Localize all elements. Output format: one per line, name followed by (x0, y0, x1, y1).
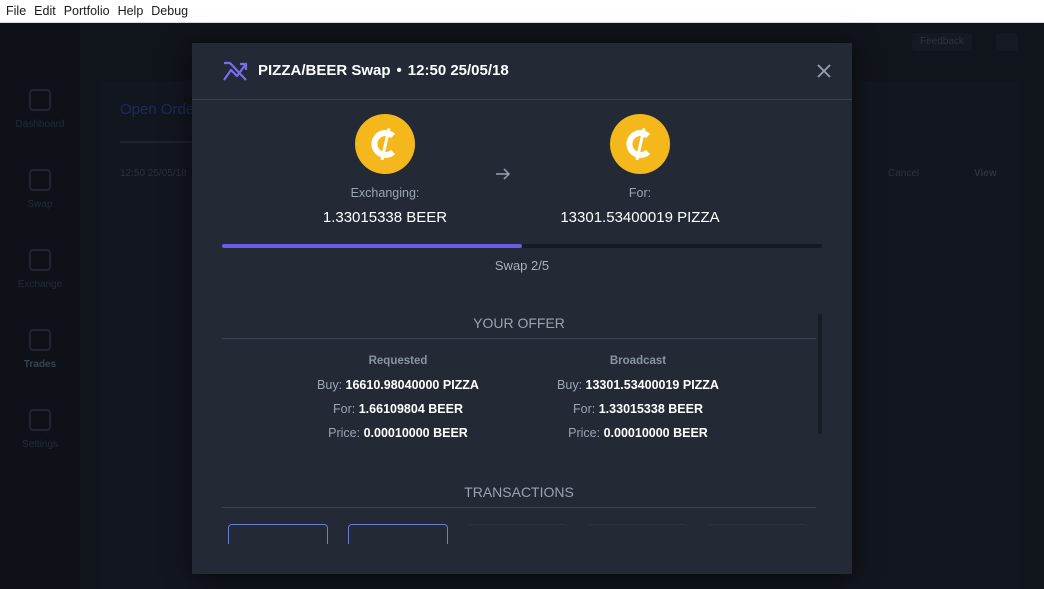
divider (222, 507, 816, 508)
for-key: For: (573, 402, 596, 416)
modal-scroll-area[interactable]: YOUR OFFER Requested Buy: 16610.98040000… (192, 308, 852, 544)
sidebar-item-settings[interactable]: Settings (0, 409, 80, 450)
coin-icon (355, 114, 415, 174)
envelope-icon[interactable] (996, 33, 1018, 51)
price-value: 0.00010000 BEER (603, 426, 708, 440)
swap-step-label: Swap 2/5 (494, 258, 550, 273)
for-amount: 13301.53400019 PIZZA (560, 209, 720, 226)
price-key: Price: (568, 426, 601, 440)
sidebar: Dashboard Swap Exchange Trades Settings (0, 23, 80, 589)
broadcast-column: Broadcast Buy: 13301.53400019 PIZZA For:… (518, 355, 758, 445)
requested-buy: Buy: 16610.98040000 PIZZA (278, 373, 518, 397)
for-label: For: (628, 186, 652, 200)
sidebar-item-trades[interactable]: Trades (0, 329, 80, 370)
transactions-title: TRANSACTIONS (464, 484, 574, 500)
sidebar-item-label: Settings (21, 439, 59, 450)
scrollbar[interactable] (818, 314, 822, 434)
modal-title: PIZZA/BEER Swap • 12:50 25/05/18 (258, 62, 509, 79)
transaction-steps (228, 524, 818, 544)
transaction-step[interactable] (588, 524, 688, 544)
broadcast-price: Price: 0.00010000 BEER (518, 421, 758, 445)
buy-key: Buy: (317, 378, 343, 392)
dashboard-icon (29, 89, 51, 111)
broadcast-buy: Buy: 13301.53400019 PIZZA (518, 373, 758, 397)
menu-help[interactable]: Help (114, 0, 148, 23)
cancel-button[interactable]: Cancel (888, 168, 919, 179)
swap-progress-fill (222, 244, 522, 248)
requested-column: Requested Buy: 16610.98040000 PIZZA For:… (278, 355, 518, 445)
buy-key: Buy: (557, 378, 583, 392)
sidebar-item-label: Dashboard (15, 119, 65, 130)
transaction-step[interactable] (468, 524, 568, 544)
for-value: 1.33015338 BEER (598, 402, 703, 416)
swap-icon (29, 169, 51, 191)
sidebar-item-label: Exchange (17, 279, 63, 290)
arrow-right-icon (496, 168, 511, 180)
order-row-time: 12:50 25/05/18 (120, 168, 187, 179)
exchanging-label: Exchanging: (350, 186, 420, 200)
sidebar-item-swap[interactable]: Swap (0, 169, 80, 210)
your-offer-title: YOUR OFFER (473, 315, 565, 331)
transaction-step[interactable] (348, 524, 448, 544)
settings-icon (29, 409, 51, 431)
swap-modal: PIZZA/BEER Swap • 12:50 25/05/18 Exchangin… (192, 43, 852, 574)
menu-edit[interactable]: Edit (30, 0, 60, 23)
sidebar-item-dashboard[interactable]: Dashboard (0, 89, 80, 130)
requested-price: Price: 0.00010000 BEER (278, 421, 518, 445)
transaction-step[interactable] (708, 524, 808, 544)
price-key: Price: (328, 426, 361, 440)
for-key: For: (333, 402, 356, 416)
trades-icon (29, 329, 51, 351)
view-button[interactable]: View (974, 168, 997, 179)
modal-header: PIZZA/BEER Swap • 12:50 25/05/18 (192, 43, 852, 100)
exchange-icon (29, 249, 51, 271)
menu-portfolio[interactable]: Portfolio (60, 0, 114, 23)
buy-value: 13301.53400019 PIZZA (585, 378, 719, 392)
menu-file[interactable]: File (2, 0, 30, 23)
menu-bar: File Edit Portfolio Help Debug (0, 0, 1044, 23)
swap-progress-bar (222, 244, 822, 248)
swap-pair: PIZZA/BEER Swap (258, 62, 391, 79)
swap-trend-icon (223, 61, 248, 81)
coin-icon (610, 114, 670, 174)
price-value: 0.00010000 BEER (363, 426, 468, 440)
close-icon[interactable] (816, 63, 832, 79)
broadcast-heading: Broadcast (609, 355, 667, 367)
requested-heading: Requested (368, 355, 428, 367)
divider (222, 338, 816, 339)
for-value: 1.66109804 BEER (358, 402, 463, 416)
swap-datetime: 12:50 25/05/18 (407, 62, 509, 79)
broadcast-for: For: 1.33015338 BEER (518, 397, 758, 421)
requested-for: For: 1.66109804 BEER (278, 397, 518, 421)
sidebar-item-label: Swap (27, 199, 53, 210)
sidebar-item-exchange[interactable]: Exchange (0, 249, 80, 290)
sidebar-item-label: Trades (23, 359, 57, 370)
menu-debug[interactable]: Debug (147, 0, 192, 23)
exchanging-amount: 1.33015338 BEER (322, 209, 448, 226)
feedback-button[interactable]: Feedback (912, 33, 972, 51)
transaction-step[interactable] (228, 524, 328, 544)
title-separator: • (396, 62, 402, 79)
buy-value: 16610.98040000 PIZZA (345, 378, 479, 392)
